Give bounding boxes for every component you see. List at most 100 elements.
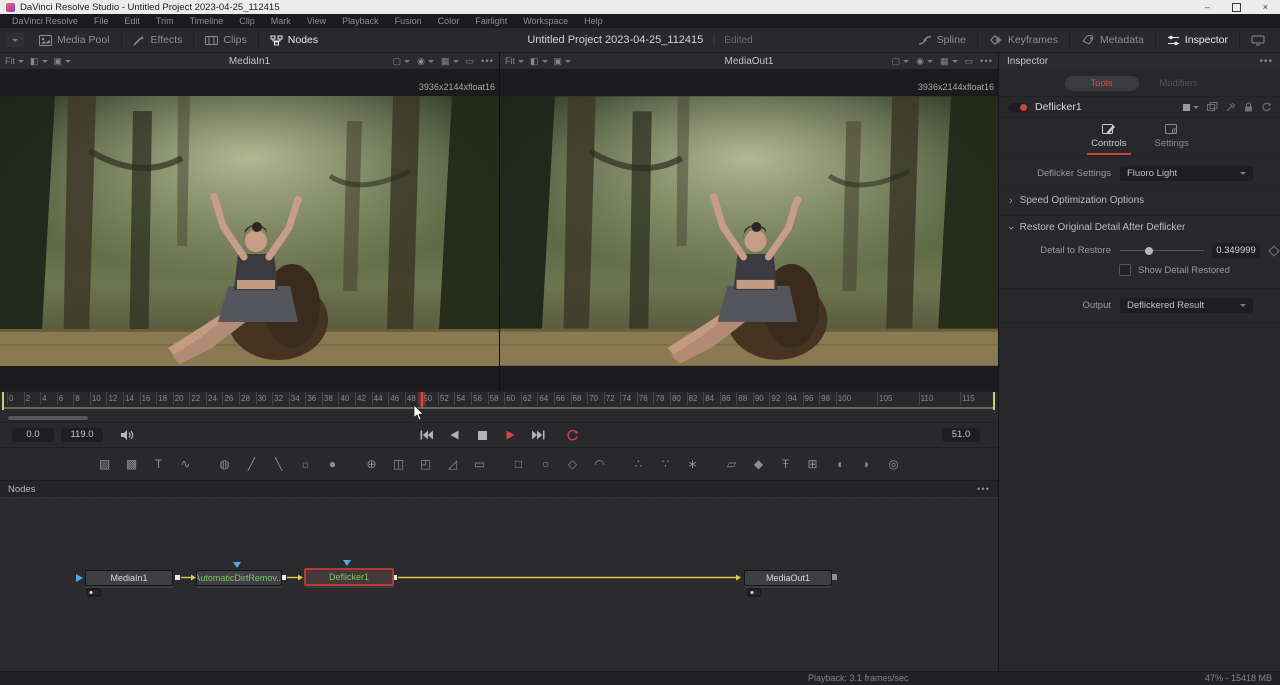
timeline-zoom-scrollbar[interactable] <box>8 416 88 420</box>
left-viewer-expand-button[interactable]: ▭ <box>466 56 475 67</box>
menu-item[interactable]: DaVinci Resolve <box>4 16 86 26</box>
loop-button[interactable] <box>564 428 580 442</box>
left-viewer-guides-select[interactable]: ▦ <box>441 56 459 67</box>
audio-mute-icon[interactable] <box>120 429 134 441</box>
collapse-panel-button[interactable] <box>6 33 24 47</box>
subtab-controls[interactable]: Controls <box>1087 123 1130 155</box>
play-reverse-button[interactable] <box>446 428 462 442</box>
lock-icon[interactable] <box>1244 102 1253 112</box>
rectangle-mask-tool[interactable]: □ <box>510 455 528 473</box>
subtab-settings[interactable]: Settings <box>1151 123 1193 155</box>
timeline-ruler[interactable]: 0246810121416182022242628303234363840424… <box>0 391 998 422</box>
clips-button[interactable]: Clips <box>196 28 255 52</box>
node-deflicker1[interactable]: Deflicker1 <box>304 568 394 586</box>
corner-position-tool[interactable]: ◰ <box>417 455 435 473</box>
restore-detail-section[interactable]: › Restore Original Detail After Deflicke… <box>999 215 1280 239</box>
tab-tools[interactable]: Tools <box>1065 76 1139 91</box>
close-button[interactable]: × <box>1263 3 1268 12</box>
out-point-field[interactable]: 119.0 <box>61 428 103 442</box>
speed-optimization-section[interactable]: › Speed Optimization Options <box>999 188 1280 212</box>
right-viewer-zoom-select[interactable]: Fit <box>505 56 524 66</box>
pin-icon[interactable] <box>1226 102 1236 112</box>
inspector-button[interactable]: Inspector <box>1158 28 1237 52</box>
spline-button[interactable]: Spline <box>909 28 975 52</box>
paint-tool[interactable]: ∿ <box>177 455 195 473</box>
ellipse-mask-tool[interactable]: ○ <box>537 455 555 473</box>
menu-item[interactable]: Fairlight <box>467 16 515 26</box>
text-3d-tool[interactable]: Ŧ <box>777 455 795 473</box>
left-viewer-roi-select[interactable]: ▢ <box>393 56 411 67</box>
particle-render-tool[interactable]: ∗ <box>684 455 702 473</box>
left-viewer-options-menu[interactable]: ••• <box>481 56 494 67</box>
clean-feed-button[interactable] <box>1242 28 1274 52</box>
node-enable-toggle[interactable] <box>1008 103 1028 112</box>
right-viewer-expand-button[interactable]: ▭ <box>965 56 974 67</box>
renderer-3d-tool[interactable]: ◎ <box>885 455 903 473</box>
menu-item[interactable]: Workspace <box>515 16 576 26</box>
polygon-mask-tool[interactable]: ◇ <box>564 455 582 473</box>
left-viewer-3d-select[interactable]: ◉ <box>417 56 434 67</box>
menu-item[interactable]: Timeline <box>182 16 232 26</box>
keyframe-icon[interactable] <box>1268 245 1279 256</box>
deflicker-settings-dropdown[interactable]: Fluoro Light <box>1120 166 1253 181</box>
show-detail-restored-checkbox[interactable] <box>1119 264 1131 276</box>
render-range-end-marker[interactable] <box>993 392 995 410</box>
particle-merge-tool[interactable]: ∵ <box>657 455 675 473</box>
right-viewer-roi-select[interactable]: ▢ <box>892 56 910 67</box>
merge-tool[interactable]: ◫ <box>390 455 408 473</box>
blur-tool[interactable]: ● <box>324 455 342 473</box>
background-tool[interactable]: ▧ <box>96 455 114 473</box>
output-dropdown[interactable]: Deflickered Result <box>1120 298 1253 313</box>
nodes-button[interactable]: Nodes <box>261 28 327 52</box>
node-graph[interactable]: MediaIn1 AutomaticDirtRemov... Deflicker… <box>0 497 998 671</box>
crop-tool[interactable]: ▭ <box>471 455 489 473</box>
menu-item[interactable]: Clip <box>231 16 263 26</box>
maximize-button[interactable] <box>1232 3 1241 12</box>
current-frame-field[interactable]: 51.0 <box>942 428 980 442</box>
media-pool-button[interactable]: Media Pool <box>30 28 119 52</box>
menu-item[interactable]: Edit <box>116 16 148 26</box>
in-point-field[interactable]: 0.0 <box>12 428 54 442</box>
right-viewer-options-menu[interactable]: ••• <box>980 56 993 67</box>
right-viewer-guides-select[interactable]: ▦ <box>940 56 958 67</box>
camera-3d-tool[interactable]: ◖ <box>831 455 849 473</box>
transform-tool[interactable]: ⊕ <box>363 455 381 473</box>
metadata-button[interactable]: Metadata <box>1072 28 1153 52</box>
hue-curves-tool[interactable]: ╲ <box>270 455 288 473</box>
particle-emitter-tool[interactable]: ∴ <box>630 455 648 473</box>
resize-tool[interactable]: ◿ <box>444 455 462 473</box>
brightness-contrast-tool[interactable]: ☼ <box>297 455 315 473</box>
node-mediaout1[interactable]: MediaOut1 <box>744 570 832 586</box>
menu-item[interactable]: Fusion <box>387 16 430 26</box>
nodes-panel-options-menu[interactable]: ••• <box>977 484 990 495</box>
color-corrector-tool[interactable]: ◍ <box>216 455 234 473</box>
inspector-options-menu[interactable]: ••• <box>1259 56 1273 67</box>
keyframes-button[interactable]: Keyframes <box>980 28 1067 52</box>
menu-item[interactable]: Help <box>576 16 611 26</box>
fast-noise-tool[interactable]: ▩ <box>123 455 141 473</box>
bspline-mask-tool[interactable]: ◠ <box>591 455 609 473</box>
detail-to-restore-value[interactable]: 0.349999 <box>1212 243 1260 258</box>
menu-item[interactable]: Trim <box>148 16 182 26</box>
menu-item[interactable]: Mark <box>263 16 299 26</box>
menu-item[interactable]: File <box>86 16 117 26</box>
right-viewer-3d-select[interactable]: ◉ <box>916 56 933 67</box>
tab-modifiers[interactable]: Modifiers <box>1142 76 1216 91</box>
menu-item[interactable]: Color <box>430 16 468 26</box>
left-viewer-zoom-select[interactable]: Fit <box>5 56 24 66</box>
image-plane-3d-tool[interactable]: ▱ <box>723 455 741 473</box>
render-range-start-marker[interactable] <box>2 392 4 410</box>
text-tool[interactable]: T <box>150 455 168 473</box>
go-to-last-frame-button[interactable] <box>530 428 546 442</box>
left-viewer-buffer-select[interactable]: ◧ <box>30 56 48 67</box>
left-viewer-subview-select[interactable]: ▣ <box>54 56 72 67</box>
node-color-select[interactable] <box>1183 104 1199 111</box>
stop-button[interactable] <box>474 428 490 442</box>
color-curves-tool[interactable]: ╱ <box>243 455 261 473</box>
minimize-button[interactable]: – <box>1205 3 1210 12</box>
detail-to-restore-slider[interactable] <box>1120 244 1204 258</box>
shape-3d-tool[interactable]: ◆ <box>750 455 768 473</box>
merge-3d-tool[interactable]: ⊞ <box>804 455 822 473</box>
spotlight-3d-tool[interactable]: ◗ <box>858 455 876 473</box>
versions-icon[interactable] <box>1207 102 1218 112</box>
